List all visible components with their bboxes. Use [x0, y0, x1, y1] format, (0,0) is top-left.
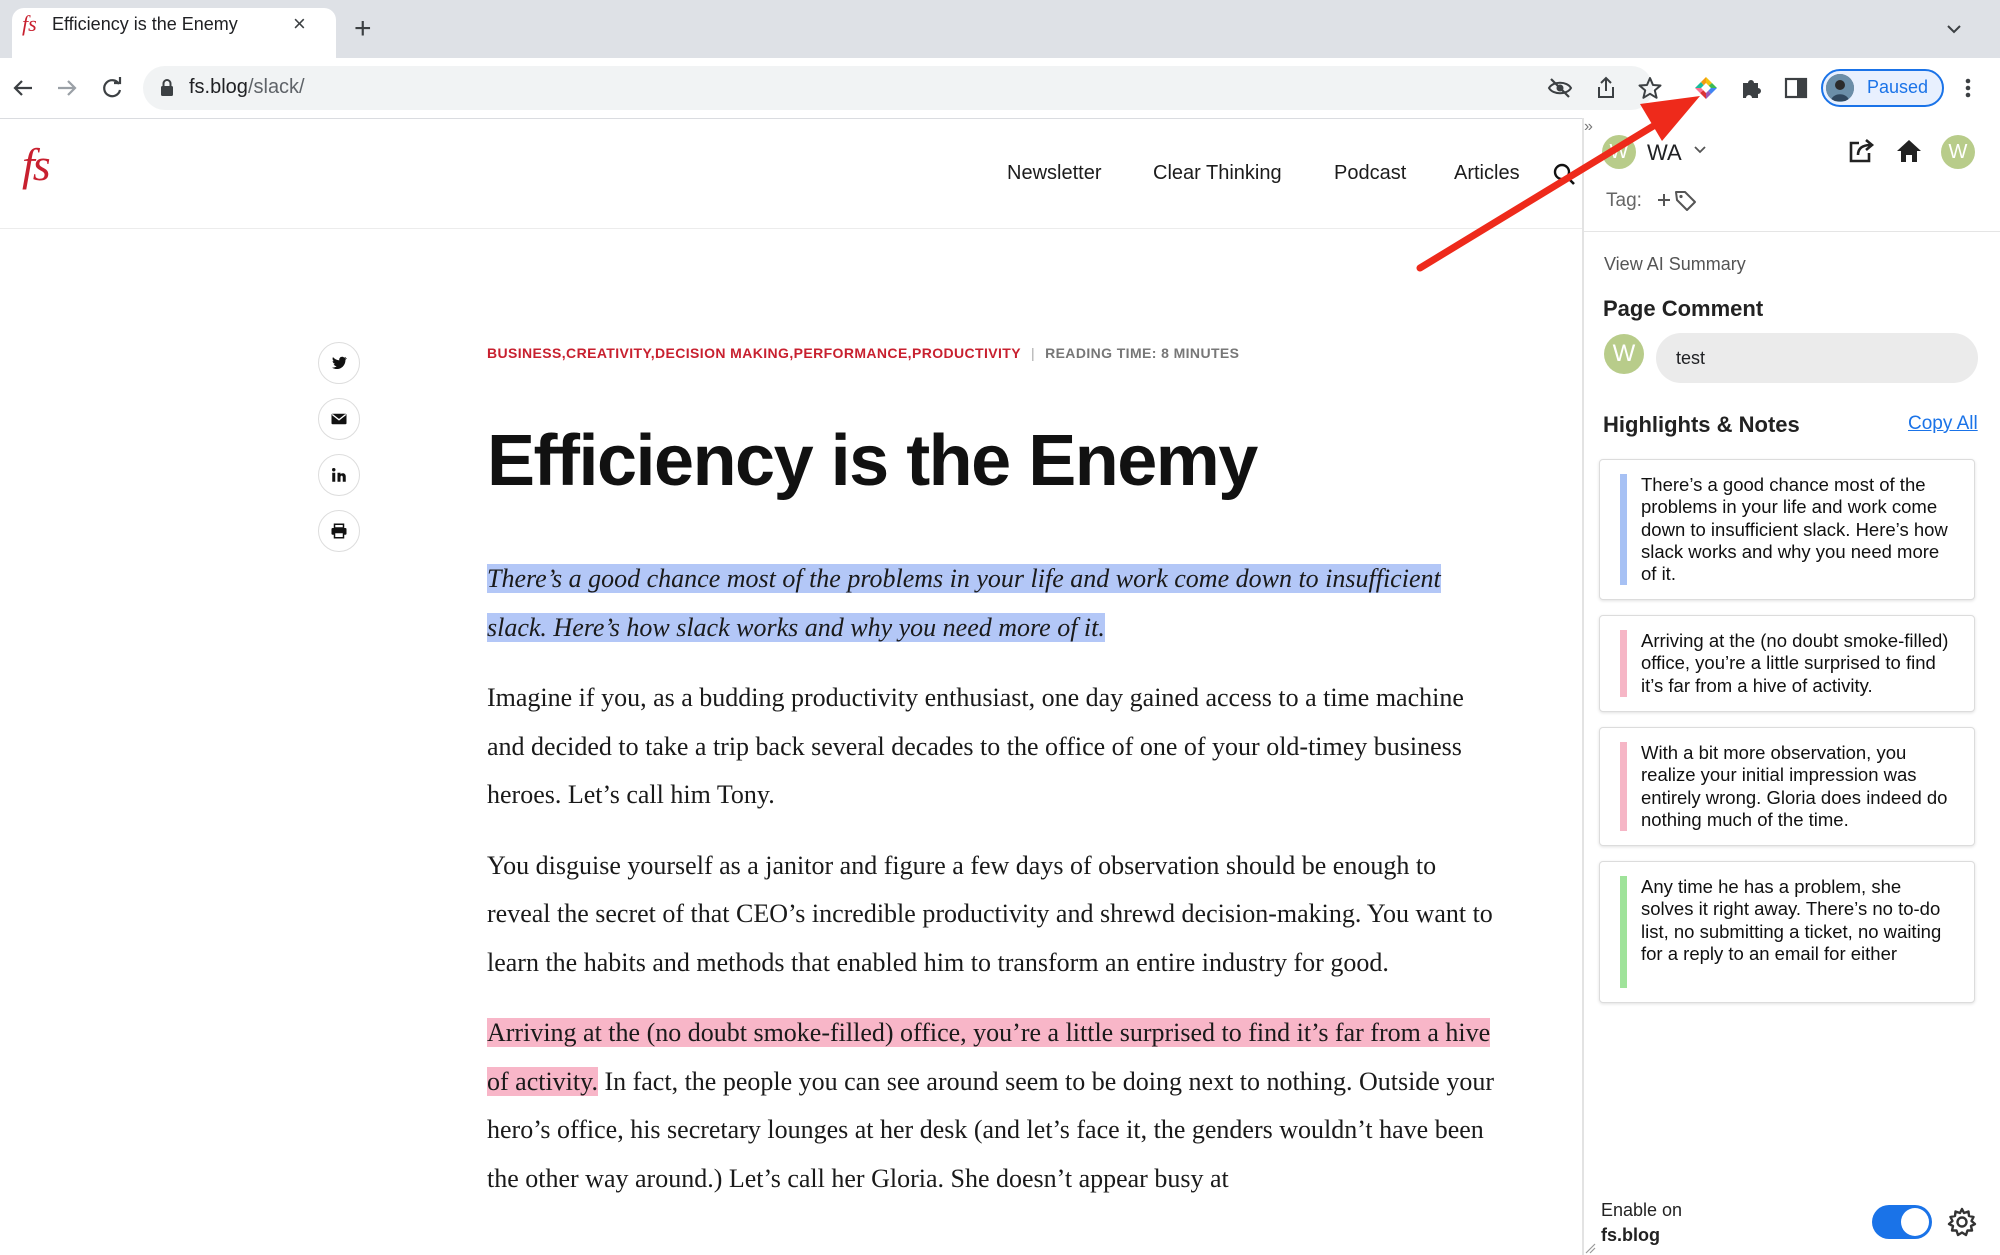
- site-logo[interactable]: fs: [22, 138, 51, 191]
- side-panel-icon[interactable]: [1782, 74, 1810, 102]
- tab-search-chevron-icon[interactable]: [1944, 19, 1964, 39]
- article-paragraph: Imagine if you, as a budding productivit…: [487, 683, 1464, 809]
- forward-icon[interactable]: [52, 73, 82, 103]
- site-header-divider: [0, 228, 1582, 229]
- search-icon[interactable]: [1552, 162, 1576, 186]
- highlight-color-bar: [1620, 474, 1627, 585]
- profile-status-label: Paused: [1867, 77, 1929, 97]
- puzzle-icon[interactable]: [1737, 74, 1765, 102]
- nav-podcast[interactable]: Podcast: [1334, 162, 1406, 185]
- back-icon[interactable]: [8, 73, 38, 103]
- article-paragraph: You disguise yourself as a janitor and f…: [487, 850, 1493, 977]
- highlight-color-bar: [1620, 742, 1627, 831]
- copy-all-link[interactable]: Copy All: [1908, 413, 1978, 435]
- nav-newsletter[interactable]: Newsletter: [1007, 162, 1101, 185]
- gear-icon[interactable]: [1946, 1206, 1978, 1238]
- enable-on-site-label: Enable on fs.blog: [1601, 1198, 1682, 1248]
- share-twitter-button[interactable]: [318, 342, 360, 384]
- article-body: There’s a good chance most of the proble…: [487, 555, 1499, 1225]
- highlight-color-bar: [1620, 630, 1627, 697]
- print-button[interactable]: [318, 510, 360, 552]
- meta-separator: |: [1031, 345, 1036, 361]
- printer-icon: [331, 523, 347, 539]
- resize-handle-icon[interactable]: [1584, 1242, 1596, 1254]
- twitter-icon: [332, 356, 347, 369]
- extension-colorful-icon[interactable]: [1692, 74, 1720, 102]
- comment-avatar: W: [1604, 334, 1644, 374]
- highlight-card[interactable]: Arriving at the (no doubt smoke-filled) …: [1599, 615, 1975, 712]
- highlight-card-text: With a bit more observation, you realize…: [1641, 742, 1948, 830]
- page-comment-text[interactable]: test: [1676, 348, 1705, 369]
- highlight-card-text: Any time he has a problem, she solves it…: [1641, 876, 1942, 964]
- highlights-notes-heading: Highlights & Notes: [1603, 412, 1800, 437]
- article-paragraph: Arriving at the (no doubt smoke-filled) …: [487, 1009, 1499, 1203]
- highlight-card-text: Arriving at the (no doubt smoke-filled) …: [1641, 630, 1949, 696]
- article-title: Efficiency is the Enemy: [487, 421, 1258, 501]
- highlight-card[interactable]: Any time he has a problem, she solves it…: [1599, 861, 1975, 1003]
- collapse-panel-icon[interactable]: »: [1584, 118, 1593, 136]
- article-categories[interactable]: BUSINESS,CREATIVITY,DECISION MAKING,PERF…: [487, 345, 1021, 361]
- reload-icon[interactable]: [97, 73, 127, 103]
- enable-site-name: fs.blog: [1601, 1225, 1660, 1245]
- highlight-card[interactable]: There’s a good chance most of the proble…: [1599, 459, 1975, 600]
- profile-button[interactable]: Paused: [1821, 69, 1944, 107]
- article-paragraph: There’s a good chance most of the proble…: [487, 555, 1499, 652]
- nav-articles[interactable]: Articles: [1454, 162, 1520, 185]
- tag-label: Tag:: [1606, 190, 1642, 211]
- envelope-icon: [331, 413, 347, 425]
- tab-favicon: fs: [22, 11, 37, 36]
- url-text[interactable]: fs.blog/slack/: [189, 76, 305, 99]
- workspace-name[interactable]: WA: [1647, 140, 1682, 166]
- highlight-card[interactable]: With a bit more observation, you realize…: [1599, 727, 1975, 846]
- linkedin-icon: [332, 468, 346, 482]
- sidebar-divider: [1584, 231, 2000, 232]
- new-tab-button[interactable]: +: [354, 14, 372, 44]
- home-icon[interactable]: [1894, 136, 1924, 166]
- page-comment-heading: Page Comment: [1603, 296, 1764, 321]
- enable-site-toggle[interactable]: [1872, 1205, 1932, 1239]
- open-external-icon[interactable]: [1846, 136, 1876, 166]
- share-icon[interactable]: [1593, 75, 1619, 101]
- highlight-blue[interactable]: There’s a good chance most of the proble…: [487, 564, 1441, 642]
- user-avatar[interactable]: W: [1941, 135, 1975, 169]
- tab-title[interactable]: Efficiency is the Enemy: [52, 14, 238, 35]
- share-linkedin-button[interactable]: [318, 454, 360, 496]
- workspace-avatar: W: [1602, 135, 1636, 169]
- profile-avatar: [1826, 74, 1854, 102]
- share-email-button[interactable]: [318, 398, 360, 440]
- article-text: In fact, the people you can see around s…: [487, 1066, 1495, 1193]
- view-ai-summary-link[interactable]: View AI Summary: [1604, 254, 1746, 275]
- kebab-menu-icon[interactable]: [1958, 76, 1978, 100]
- nav-clear-thinking[interactable]: Clear Thinking: [1153, 162, 1282, 185]
- lock-icon[interactable]: [160, 78, 174, 98]
- highlight-card-text: There’s a good chance most of the proble…: [1641, 474, 1948, 585]
- highlight-color-bar: [1620, 876, 1627, 988]
- eye-off-icon[interactable]: [1547, 75, 1573, 101]
- add-tag-icon[interactable]: [1656, 187, 1698, 213]
- article-meta: BUSINESS,CREATIVITY,DECISION MAKING,PERF…: [487, 345, 1239, 361]
- enable-on-text: Enable on: [1601, 1200, 1683, 1220]
- chevron-down-icon[interactable]: [1693, 143, 1707, 157]
- tab-close-icon[interactable]: ×: [293, 11, 306, 37]
- address-bar[interactable]: [143, 66, 1653, 110]
- reading-time: READING TIME: 8 MINUTES: [1045, 345, 1240, 361]
- star-icon[interactable]: [1637, 75, 1663, 101]
- toggle-knob: [1901, 1208, 1929, 1236]
